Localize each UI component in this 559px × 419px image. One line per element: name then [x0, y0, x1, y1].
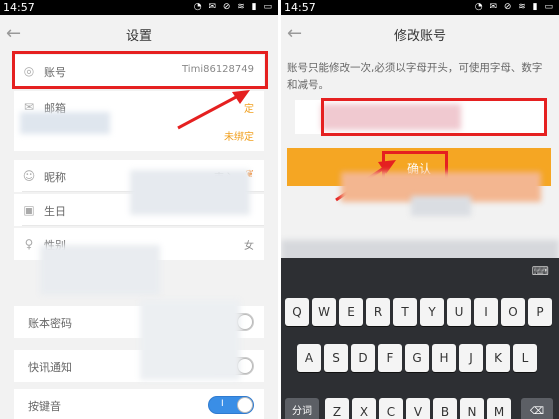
key-j[interactable]: J [459, 344, 483, 372]
keyboard-hide-icon[interactable]: ⌨ [532, 264, 549, 278]
user-icon: ☺ [22, 169, 36, 183]
key-m[interactable]: M [487, 398, 511, 419]
account-notice: 账号只能修改一次,必须以字母开头，可使用字母、数字和减号。 [287, 62, 543, 91]
key-sound-toggle[interactable]: I [208, 396, 254, 414]
key-t[interactable]: T [393, 298, 417, 326]
key-k[interactable]: K [486, 344, 510, 372]
gift-icon: ▣ [23, 203, 35, 217]
key-sound-row: 按键音 I [14, 389, 264, 419]
key-p[interactable]: P [528, 298, 552, 326]
status-icons: ◔ ✉ ⊘ ≋ ▮ ▭ [193, 2, 274, 12]
backspace-key[interactable]: ⌫ [521, 398, 553, 419]
settings-screen: 14:57 ◔ ✉ ⊘ ≋ ▮ ▭ ← 设置 ◎ 账号 Timi86128749… [0, 0, 278, 419]
highlight-box [321, 98, 547, 136]
news-notify-label: 快讯通知 [28, 361, 72, 374]
key-x[interactable]: X [352, 398, 376, 419]
ledger-password-label: 账本密码 [28, 317, 72, 330]
key-b[interactable]: B [433, 398, 457, 419]
key-r[interactable]: R [366, 298, 390, 326]
key-a[interactable]: A [297, 344, 321, 372]
annotation-arrow-icon [177, 90, 250, 130]
key-n[interactable]: N [460, 398, 484, 419]
page-title: 修改账号 [393, 29, 446, 44]
key-d[interactable]: D [351, 344, 375, 372]
page-title: 设置 [125, 29, 152, 44]
status-icons: ◔ ✉ ⊘ ≋ ▮ ▭ [474, 2, 555, 12]
status-bar: 14:57 ◔ ✉ ⊘ ≋ ▮ ▭ [281, 0, 559, 15]
blurred-watermark [20, 112, 110, 134]
status-time: 14:57 [3, 1, 35, 14]
blurred-watermark [130, 170, 250, 215]
key-o[interactable]: O [501, 298, 525, 326]
settings-titlebar: ← 设置 [0, 15, 278, 52]
row-divider [22, 225, 264, 226]
gender-value: 女 [244, 241, 254, 252]
highlight-box [12, 51, 268, 89]
edit-account-screen: 14:57 ◔ ✉ ⊘ ≋ ▮ ▭ ← 修改账号 账号只能修改一次,必须以字母开… [281, 0, 559, 419]
status-time: 14:57 [284, 1, 316, 14]
key-i[interactable]: I [474, 298, 498, 326]
key-y[interactable]: Y [420, 298, 444, 326]
key-z[interactable]: Z [325, 398, 349, 419]
key-s[interactable]: S [324, 344, 348, 372]
status-bar: 14:57 ◔ ✉ ⊘ ≋ ▮ ▭ [0, 0, 278, 15]
gender-icon: ♀ [24, 237, 34, 251]
blurred-watermark [40, 245, 160, 295]
key-c[interactable]: C [379, 398, 403, 419]
edit-account-titlebar: ← 修改账号 [281, 15, 559, 52]
key-h[interactable]: H [432, 344, 456, 372]
blurred-overlay [411, 196, 471, 216]
key-f[interactable]: F [378, 344, 402, 372]
key-g[interactable]: G [405, 344, 429, 372]
key-e[interactable]: E [339, 298, 363, 326]
nickname-label: 昵称 [44, 171, 66, 184]
soft-keyboard: ⌨ 分词 ⌫ QWERTYUIOP ASDFGHJKL ZXCVBNM [281, 258, 559, 419]
key-q[interactable]: Q [285, 298, 309, 326]
key-sound-label: 按键音 [28, 400, 61, 413]
toggle-on-mark: I [221, 399, 224, 409]
key-v[interactable]: V [406, 398, 430, 419]
blurred-watermark [140, 300, 240, 380]
key-w[interactable]: W [312, 298, 336, 326]
key-l[interactable]: L [513, 344, 537, 372]
mode-key[interactable]: 分词 [285, 398, 319, 419]
toggle-knob [237, 397, 253, 413]
birthday-label: 生日 [44, 205, 66, 218]
key-u[interactable]: U [447, 298, 471, 326]
